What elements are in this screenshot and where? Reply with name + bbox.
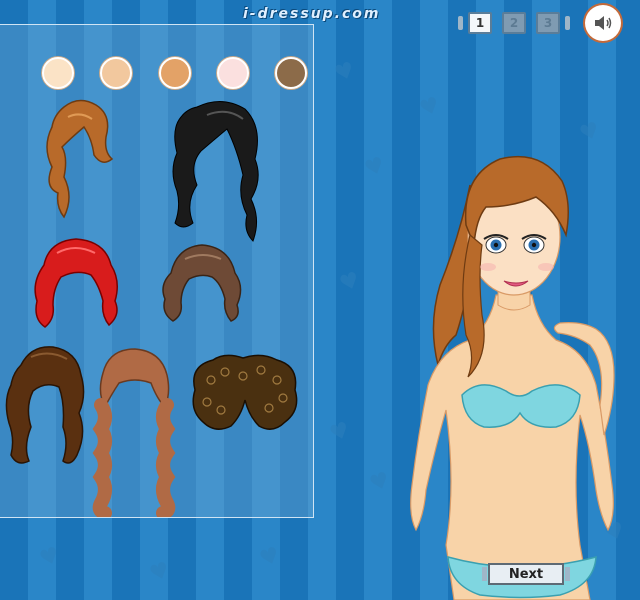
hairstyle-light-brown-braids[interactable] <box>87 347 182 517</box>
site-logo: i-dressup.com <box>243 6 381 22</box>
nav-knob <box>565 16 570 30</box>
page-button-1[interactable]: 1 <box>468 12 492 34</box>
hairstyle-dark-curly-afro[interactable] <box>185 350 303 435</box>
skin-tone-swatch-2[interactable] <box>100 57 132 89</box>
page-button-3[interactable]: 3 <box>536 12 560 34</box>
skin-tone-swatch-4[interactable] <box>217 57 249 89</box>
hairstyle-auburn-updo[interactable] <box>34 97 119 225</box>
nav-knob <box>458 16 463 30</box>
hairstyle-red-curly-bob[interactable] <box>29 235 124 330</box>
hairstyle-brown-shag-bob[interactable] <box>157 243 247 325</box>
page-navigation: 1 2 3 <box>458 12 570 34</box>
dressup-model <box>410 155 615 600</box>
sound-button[interactable] <box>585 5 621 41</box>
page-button-2[interactable]: 2 <box>502 12 526 34</box>
next-button[interactable]: Next <box>482 563 570 585</box>
skin-tone-swatch-1[interactable] <box>42 57 74 89</box>
hairstyle-long-black-wavy[interactable] <box>167 99 267 245</box>
skin-tone-swatch-3[interactable] <box>159 57 191 89</box>
speaker-icon <box>595 16 612 30</box>
hairstyle-dark-brown-wavy[interactable] <box>3 343 88 471</box>
hairstyle-panel <box>0 24 314 518</box>
skin-tone-swatch-5[interactable] <box>275 57 307 89</box>
